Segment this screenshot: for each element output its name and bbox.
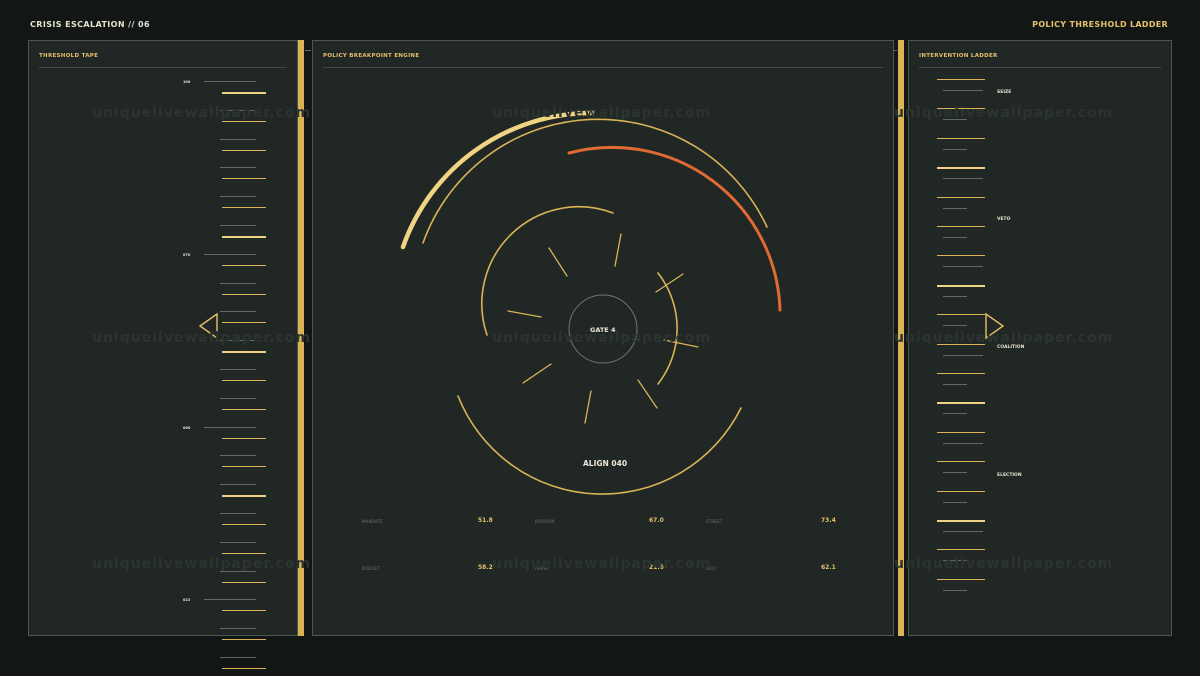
metric-label: MANDATE <box>362 519 383 524</box>
ladder-subtick <box>943 207 967 209</box>
metric-value: 73.4 <box>821 517 836 524</box>
ladder-subtick <box>943 148 967 150</box>
panel-divider <box>919 67 1161 68</box>
watermark: uniquelivewallpaper.com <box>92 330 312 346</box>
outer-pale-arc <box>400 110 596 250</box>
watermark: uniquelivewallpaper.com <box>92 556 312 572</box>
ladder-rung <box>937 79 985 80</box>
ladder-rung <box>937 196 985 198</box>
ladder-rung <box>937 314 985 316</box>
watermark: uniquelivewallpaper.com <box>492 330 712 346</box>
ladder-rung <box>937 255 985 257</box>
watermark: uniquelivewallpaper.com <box>492 556 712 572</box>
ladder-rung <box>937 431 985 433</box>
ladder-rung <box>937 549 985 551</box>
metric-label: STREET <box>706 519 723 524</box>
ladder-rung <box>937 490 985 492</box>
inner-arc-upper <box>481 206 614 336</box>
watermark: uniquelivewallpaper.com <box>894 330 1114 346</box>
ladder-rung <box>937 461 985 463</box>
ladder-label-veto: VETO <box>997 217 1011 222</box>
metric-value: 58.2 <box>478 564 493 571</box>
ladder-subtick <box>943 589 967 591</box>
ladder-rung <box>937 284 985 287</box>
ladder-rung <box>937 226 985 227</box>
metric-value: 51.8 <box>478 517 493 524</box>
ladder-subtick <box>943 90 983 91</box>
ladder-rung <box>937 520 985 522</box>
ladder-subtick <box>943 295 967 297</box>
ladder-rung <box>937 402 985 405</box>
ladder-label-seize: SEIZE <box>997 90 1012 95</box>
ladder-rung <box>937 373 985 374</box>
ladder-subtick <box>943 442 983 444</box>
watermark: uniquelivewallpaper.com <box>492 105 712 121</box>
ladder-subtick <box>943 266 983 268</box>
ladder-rung <box>937 578 985 580</box>
ladder-rung <box>937 137 985 139</box>
metric-label: BUDGET <box>362 566 381 571</box>
metric-value: 62.1 <box>821 564 836 571</box>
ladder-subtick <box>943 531 983 532</box>
ladder-subtick <box>943 472 967 474</box>
inner-arc-right <box>657 272 678 385</box>
ladder-label-election: ELECTION <box>997 473 1022 478</box>
watermark: uniquelivewallpaper.com <box>92 105 312 121</box>
ladder-subtick <box>943 237 967 238</box>
align-label: ALIGN 040 <box>583 459 628 468</box>
ladder-subtick <box>943 384 967 385</box>
watermark: uniquelivewallpaper.com <box>894 105 1114 121</box>
ladder-subtick <box>943 501 967 503</box>
metric-value: 67.0 <box>649 517 664 524</box>
metric-label: BORROW <box>535 519 555 524</box>
lower-arc <box>457 395 742 495</box>
ladder-subtick <box>943 178 983 180</box>
ladder-subtick <box>943 413 967 415</box>
ladder-rung <box>937 167 985 170</box>
orange-arc <box>567 145 782 312</box>
intervention-ladder-title: INTERVENTION LADDER <box>919 53 998 59</box>
ladder-subtick <box>943 325 967 327</box>
watermark: uniquelivewallpaper.com <box>894 556 1114 572</box>
ladder-subtick <box>943 354 983 356</box>
